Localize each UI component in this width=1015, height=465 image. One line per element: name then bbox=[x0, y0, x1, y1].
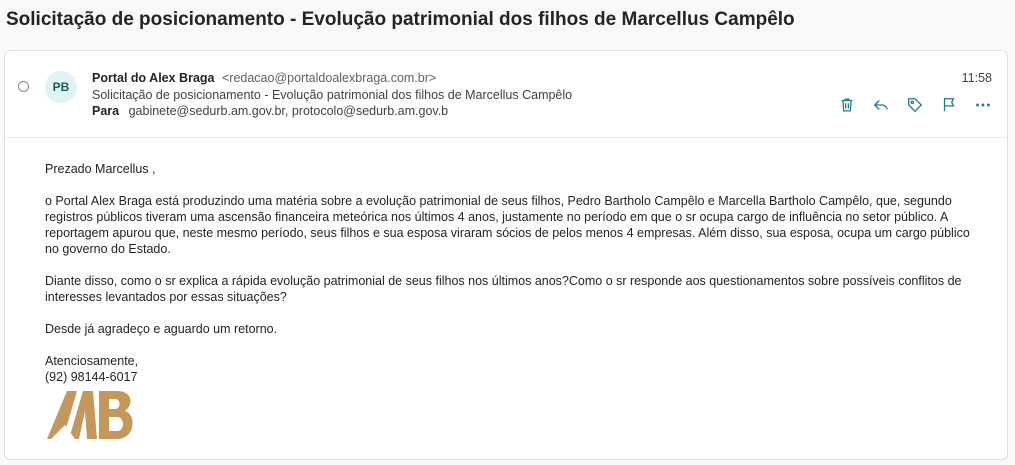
message-header: PB Portal do Alex Braga <redacao@portald… bbox=[5, 51, 1007, 138]
reply-button[interactable] bbox=[871, 95, 891, 115]
flag-button[interactable] bbox=[939, 95, 959, 115]
flag-icon bbox=[943, 98, 955, 112]
message-actions bbox=[837, 95, 993, 115]
avatar[interactable]: PB bbox=[45, 71, 77, 103]
more-button[interactable] bbox=[973, 95, 993, 115]
logo-mark-icon bbox=[47, 391, 133, 439]
sender-line: Portal do Alex Braga <redacao@portaldoal… bbox=[92, 71, 436, 85]
message-time: 11:58 bbox=[961, 71, 992, 85]
sender-name[interactable]: Portal do Alex Braga bbox=[92, 71, 215, 85]
delete-button[interactable] bbox=[837, 95, 857, 115]
recipients-line: Para gabinete@sedurb.am.gov.br, protocol… bbox=[92, 104, 448, 118]
message-card: PB Portal do Alex Braga <redacao@portald… bbox=[4, 50, 1008, 460]
body-paragraph: Desde já agradeço e aguardo um retorno. bbox=[45, 322, 278, 336]
tag-button[interactable] bbox=[905, 95, 925, 115]
reply-icon bbox=[873, 100, 888, 110]
portal-alex-braga-logo bbox=[45, 381, 405, 443]
page-title: Solicitação de posicionamento - Evolução… bbox=[6, 9, 795, 30]
message-body: Prezado Marcellus , o Portal Alex Braga … bbox=[45, 161, 975, 385]
trash-icon bbox=[841, 98, 853, 112]
body-paragraph: o Portal Alex Braga está produzindo uma … bbox=[45, 194, 970, 256]
to-label: Para bbox=[92, 104, 120, 118]
body-paragraph: Diante disso, como o sr explica a rápida… bbox=[45, 274, 962, 304]
more-icon bbox=[976, 103, 990, 107]
sender-email: <redacao@portaldoalexbraga.com.br> bbox=[221, 71, 437, 85]
tag-icon bbox=[908, 98, 923, 113]
message-subject: Solicitação de posicionamento - Evolução… bbox=[92, 88, 573, 102]
recipients[interactable]: gabinete@sedurb.am.gov.br, protocolo@sed… bbox=[129, 104, 449, 118]
select-message-radio[interactable] bbox=[18, 81, 29, 92]
closing: Atenciosamente, bbox=[45, 354, 139, 368]
greeting: Prezado Marcellus , bbox=[45, 162, 156, 176]
